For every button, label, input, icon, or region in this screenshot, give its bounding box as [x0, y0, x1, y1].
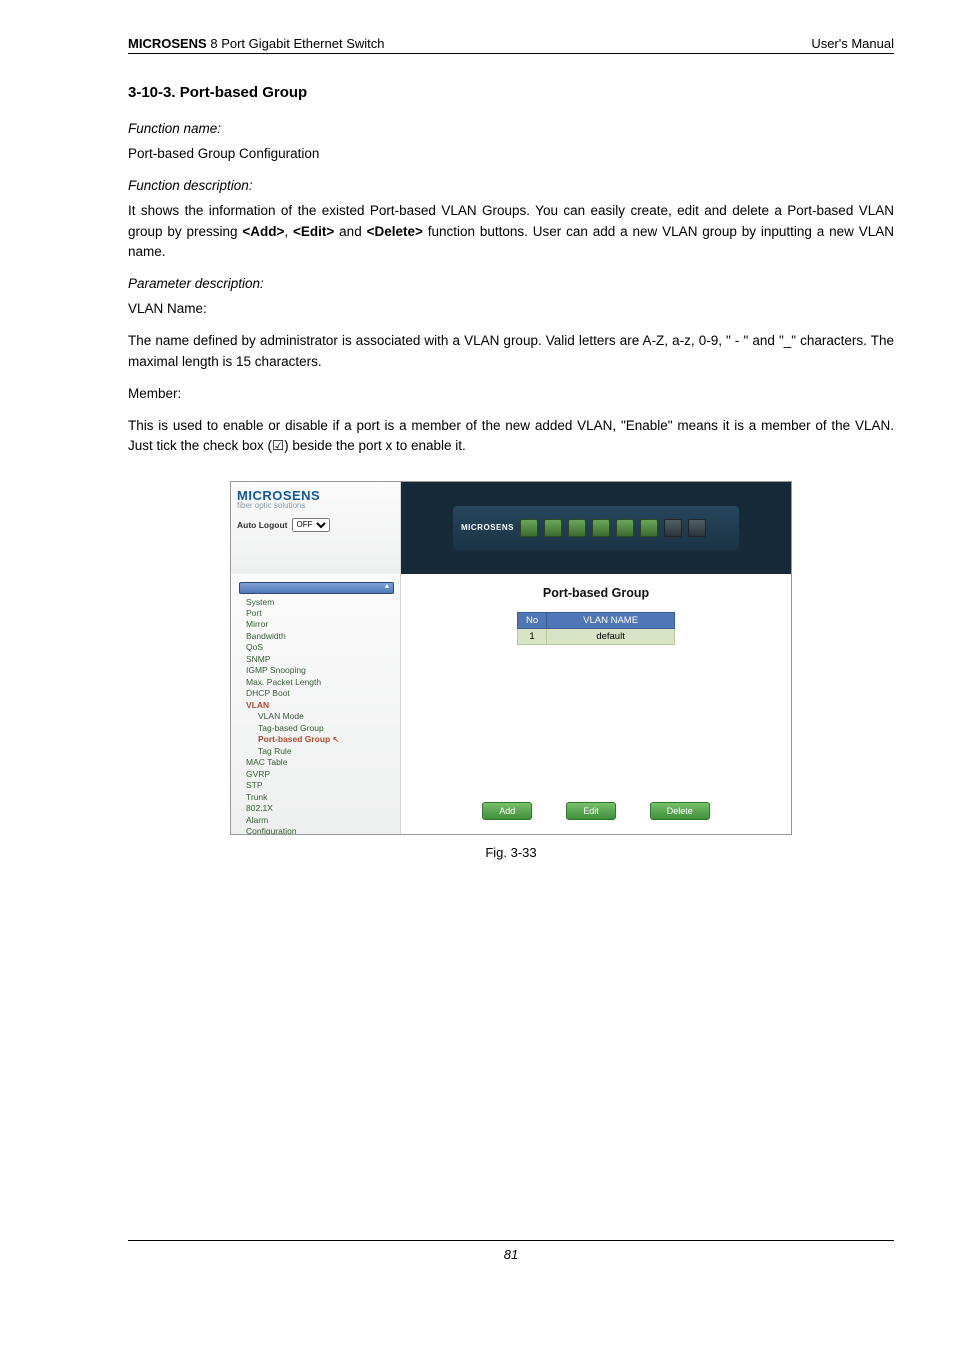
screenshot-sidebar-top: MICROSENS fiber optic solutions Auto Log… [231, 482, 401, 574]
page-number: 81 [504, 1247, 518, 1262]
auto-logout-select[interactable]: OFF [292, 518, 330, 532]
panel-title: Port-based Group [421, 586, 771, 600]
member-heading: Member: [128, 384, 894, 404]
port-icon [640, 519, 658, 537]
screenshot-content: Port-based Group No VLAN NAME 1 default … [401, 574, 791, 834]
header-right: User's Manual [811, 36, 894, 51]
vlan-name-text: The name defined by administrator is ass… [128, 331, 894, 372]
port-icon [544, 519, 562, 537]
add-token: <Add> [242, 224, 284, 239]
sidebar-item[interactable]: MAC Table [237, 757, 396, 768]
sidebar-item[interactable]: Port-based Group [237, 734, 396, 746]
header-product: 8 Port Gigabit Ethernet Switch [207, 36, 385, 51]
sidebar-item[interactable]: STP [237, 780, 396, 791]
sidebar-item[interactable]: SNMP [237, 654, 396, 665]
sidebar-item[interactable]: System [237, 597, 396, 608]
sidebar-item[interactable]: Mirror [237, 619, 396, 630]
header-brand: MICROSENS [128, 36, 207, 51]
figure-caption: Fig. 3-33 [128, 845, 894, 860]
sidebar-item[interactable]: Tag-based Group [237, 723, 396, 734]
sidebar-item[interactable]: QoS [237, 642, 396, 653]
delete-button[interactable]: Delete [650, 802, 710, 820]
member-text: This is used to enable or disable if a p… [128, 416, 894, 457]
sidebar-item[interactable]: Max. Packet Length [237, 677, 396, 688]
cell-no: 1 [517, 628, 546, 644]
page-footer: 81 [128, 1240, 894, 1262]
header-left: MICROSENS 8 Port Gigabit Ethernet Switch [128, 36, 385, 51]
sidebar-item[interactable]: VLAN [237, 700, 396, 711]
embedded-screenshot: MICROSENS fiber optic solutions Auto Log… [230, 481, 792, 835]
banner-device: MICROSENS [453, 506, 739, 550]
sidebar-item[interactable]: Configuration [237, 826, 396, 833]
add-button[interactable]: Add [482, 802, 532, 820]
sidebar-item[interactable]: GVRP [237, 769, 396, 780]
sidebar-item[interactable]: Trunk [237, 792, 396, 803]
checkbox-icon: ☑ [272, 438, 284, 453]
sidebar-item[interactable]: VLAN Mode [237, 711, 396, 722]
function-name-value: Port-based Group Configuration [128, 144, 894, 164]
port-icon [688, 519, 706, 537]
sidebar-item[interactable]: Alarm [237, 815, 396, 826]
section-heading: 3-10-3. Port-based Group [128, 84, 894, 101]
page-header: MICROSENS 8 Port Gigabit Ethernet Switch… [128, 36, 894, 54]
edit-button[interactable]: Edit [566, 802, 616, 820]
screenshot-sidebar-menu: SystemPortMirrorBandwidthQoSSNMPIGMP Sno… [231, 574, 401, 834]
auto-logout-label: Auto Logout [237, 520, 288, 530]
vlan-table: No VLAN NAME 1 default [517, 612, 675, 645]
port-icon [616, 519, 634, 537]
vlan-name-heading: VLAN Name: [128, 299, 894, 319]
sidebar-item[interactable]: Bandwidth [237, 631, 396, 642]
port-icon [520, 519, 538, 537]
port-icon [568, 519, 586, 537]
col-no: No [517, 612, 546, 628]
edit-token: <Edit> [293, 224, 334, 239]
cell-vlan-name: default [547, 628, 675, 644]
scrollbar-top[interactable] [239, 582, 394, 594]
sidebar-item[interactable]: 802.1X [237, 803, 396, 814]
port-icon [664, 519, 682, 537]
screenshot-banner: MICROSENS [401, 482, 791, 574]
sidebar-item[interactable]: DHCP Boot [237, 688, 396, 699]
parameter-description-label: Parameter description: [128, 276, 894, 291]
port-icon [592, 519, 610, 537]
auto-logout: Auto Logout OFF [237, 518, 396, 532]
function-description-text: It shows the information of the existed … [128, 201, 894, 262]
sidebar-item[interactable]: Port [237, 608, 396, 619]
sidebar-item[interactable]: Tag Rule [237, 746, 396, 757]
delete-token: <Delete> [367, 224, 423, 239]
function-name-label: Function name: [128, 121, 894, 136]
banner-logo: MICROSENS [461, 523, 514, 532]
col-vlan-name: VLAN NAME [547, 612, 675, 628]
table-row[interactable]: 1 default [517, 628, 674, 644]
sidebar-item[interactable]: IGMP Snooping [237, 665, 396, 676]
function-description-label: Function description: [128, 178, 894, 193]
